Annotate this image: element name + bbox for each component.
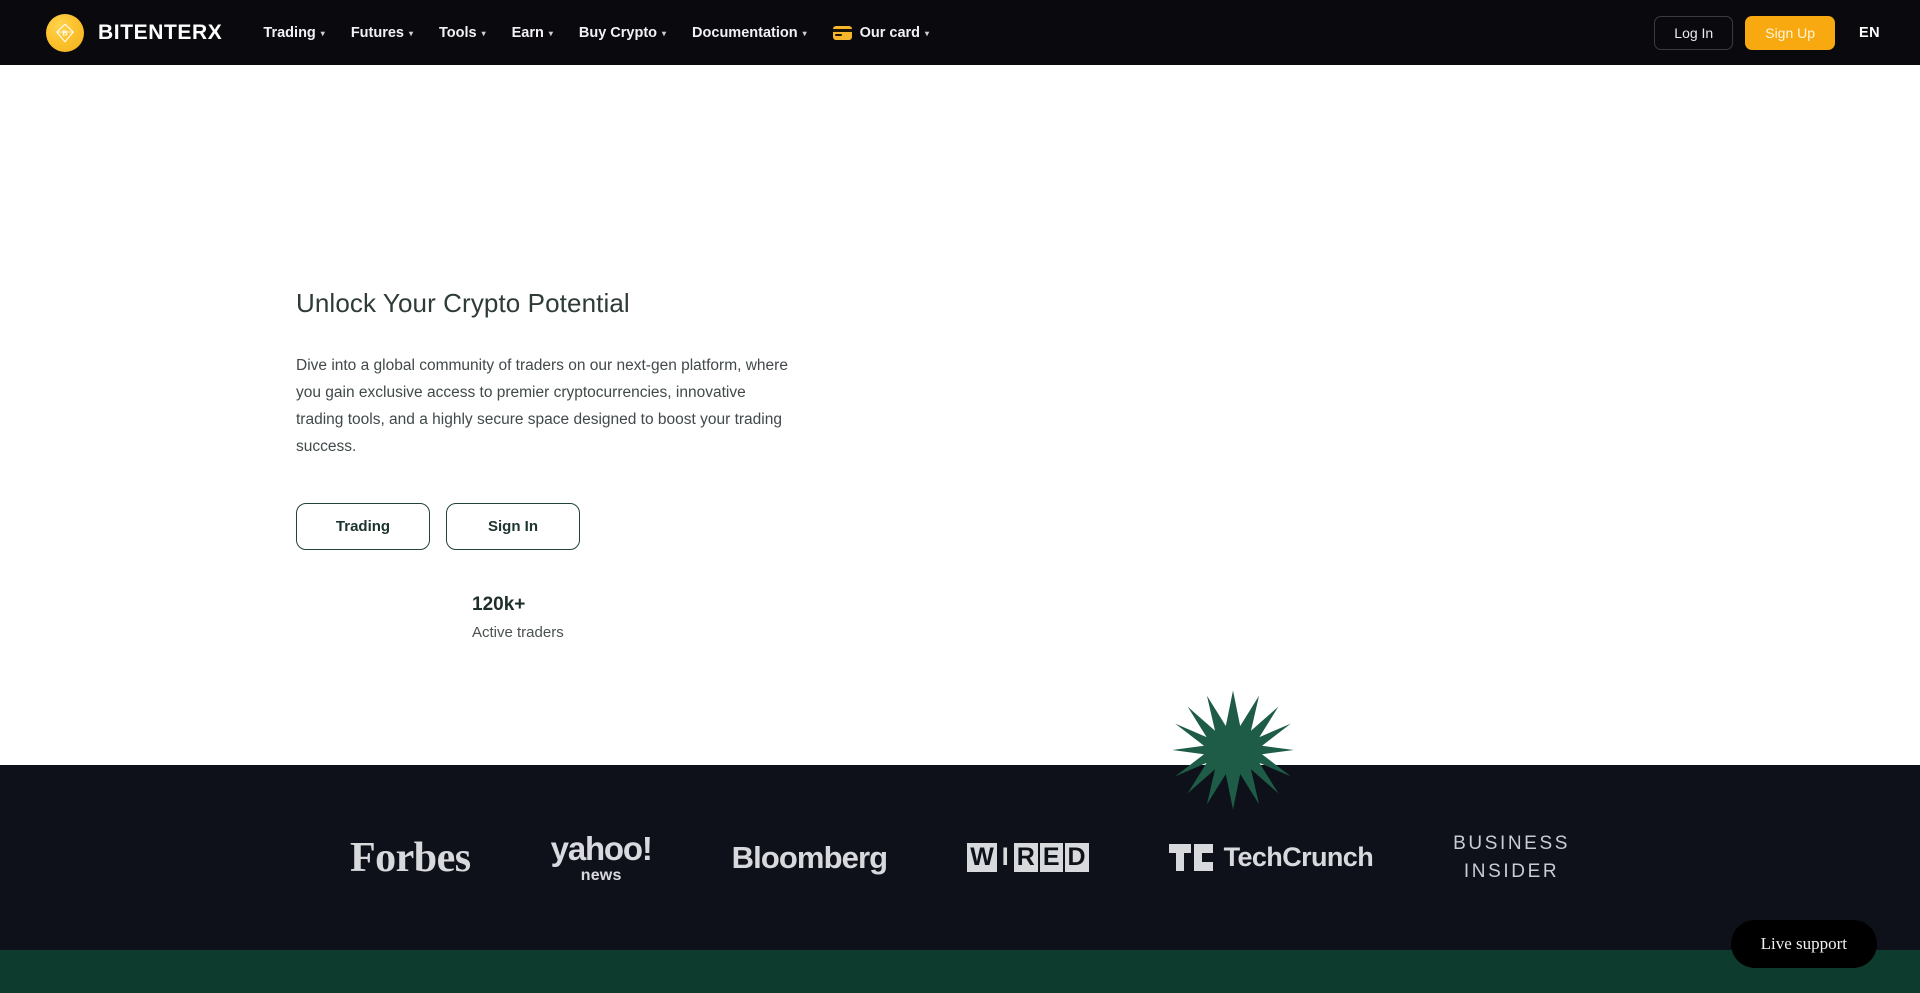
chevron-down-icon: ▾ bbox=[548, 29, 553, 38]
footer-green-band bbox=[0, 950, 1920, 993]
login-button[interactable]: Log In bbox=[1654, 15, 1734, 50]
nav-item-earn[interactable]: Earn ▾ bbox=[499, 17, 566, 49]
brand-logo[interactable]: B BITENTERX bbox=[46, 13, 223, 52]
logo-yahoo-news: yahoo! news bbox=[550, 822, 653, 894]
nav-label-earn: Earn bbox=[511, 24, 544, 41]
stat-label: Active traders bbox=[472, 624, 564, 641]
news-text: news bbox=[580, 866, 622, 884]
main-nav: Trading ▾ Futures ▾ Tools ▾ Earn ▾ Buy C… bbox=[250, 17, 942, 49]
active-traders-stat: 120k+ Active traders bbox=[472, 594, 564, 641]
techcrunch-mark-icon bbox=[1168, 844, 1213, 871]
techcrunch-wordmark: TechCrunch bbox=[1168, 842, 1374, 873]
chevron-down-icon: ▾ bbox=[662, 29, 667, 38]
page-title: Unlock Your Crypto Potential bbox=[296, 288, 630, 318]
logo-forbes: Forbes bbox=[350, 822, 471, 894]
yahoo-news-wordmark: yahoo! news bbox=[550, 829, 653, 884]
live-support-button[interactable]: Live support bbox=[1730, 920, 1877, 968]
logo-bloomberg: Bloomberg bbox=[732, 822, 888, 894]
insider-text: INSIDER bbox=[1463, 860, 1560, 882]
nav-item-documentation[interactable]: Documentation ▾ bbox=[679, 17, 820, 49]
chevron-down-icon: ▾ bbox=[802, 29, 807, 38]
sign-in-button[interactable]: Sign In bbox=[446, 502, 580, 550]
page-root: B BITENTERX Trading ▾ Futures ▾ Tools ▾ … bbox=[0, 0, 1920, 993]
nav-label-futures: Futures bbox=[350, 24, 404, 41]
wired-wordmark: W I R E D bbox=[967, 843, 1089, 872]
logo-techcrunch: TechCrunch bbox=[1168, 822, 1374, 894]
press-logos-band: Forbes yahoo! news Bloomberg W I R E D T… bbox=[0, 765, 1920, 950]
site-header: B BITENTERX Trading ▾ Futures ▾ Tools ▾ … bbox=[0, 0, 1920, 65]
credit-card-icon bbox=[832, 25, 852, 40]
nav-label-our-card: Our card bbox=[859, 24, 921, 41]
header-actions: Log In Sign Up EN bbox=[1654, 15, 1892, 50]
nav-label-documentation: Documentation bbox=[692, 24, 798, 41]
wired-letter-w: W bbox=[967, 843, 997, 872]
hero-actions: Trading Sign In bbox=[296, 502, 816, 550]
wired-letter-d: D bbox=[1064, 843, 1089, 872]
logo-wired: W I R E D bbox=[967, 822, 1089, 894]
hero-copy: Unlock Your Crypto Potential Dive into a… bbox=[296, 287, 816, 641]
nav-item-futures[interactable]: Futures ▾ bbox=[338, 17, 426, 49]
chevron-down-icon: ▾ bbox=[320, 29, 325, 38]
nav-item-tools[interactable]: Tools ▾ bbox=[426, 17, 499, 49]
techcrunch-text: TechCrunch bbox=[1223, 842, 1374, 872]
bitcoin-diamond-icon: B bbox=[46, 13, 84, 52]
nav-label-tools: Tools bbox=[439, 24, 477, 41]
forbes-wordmark: Forbes bbox=[350, 834, 471, 881]
business-text: BUSINESS bbox=[1453, 832, 1570, 854]
nav-item-trading[interactable]: Trading ▾ bbox=[250, 17, 337, 49]
trading-button[interactable]: Trading bbox=[296, 502, 430, 550]
stat-value: 120k+ bbox=[472, 594, 526, 615]
brand-name: BITENTERX bbox=[98, 20, 223, 44]
press-logos-list: Forbes yahoo! news Bloomberg W I R E D T… bbox=[340, 822, 1580, 894]
hero-section: Unlock Your Crypto Potential Dive into a… bbox=[0, 65, 1920, 765]
wired-letter-e: E bbox=[1039, 843, 1063, 872]
language-selector[interactable]: EN bbox=[1847, 19, 1892, 47]
business-insider-wordmark: BUSINESS INSIDER bbox=[1453, 830, 1570, 885]
wired-letter-r: R bbox=[1013, 843, 1038, 872]
nav-item-our-card[interactable]: Our card ▾ bbox=[820, 17, 942, 49]
chevron-down-icon: ▾ bbox=[408, 29, 413, 38]
nav-label-buy-crypto: Buy Crypto bbox=[578, 24, 658, 41]
chevron-down-icon: ▾ bbox=[925, 29, 930, 38]
logo-business-insider: BUSINESS INSIDER bbox=[1453, 822, 1570, 894]
wired-letter-i: I bbox=[1001, 843, 1009, 871]
nav-label-trading: Trading bbox=[263, 24, 316, 41]
signup-button[interactable]: Sign Up bbox=[1745, 15, 1836, 50]
svg-text:B: B bbox=[62, 28, 67, 37]
yahoo-text: yahoo! bbox=[550, 829, 653, 867]
hero-subtitle: Dive into a global community of traders … bbox=[296, 356, 788, 455]
nav-item-buy-crypto[interactable]: Buy Crypto ▾ bbox=[566, 17, 679, 49]
chevron-down-icon: ▾ bbox=[481, 29, 486, 38]
bloomberg-wordmark: Bloomberg bbox=[731, 839, 888, 875]
